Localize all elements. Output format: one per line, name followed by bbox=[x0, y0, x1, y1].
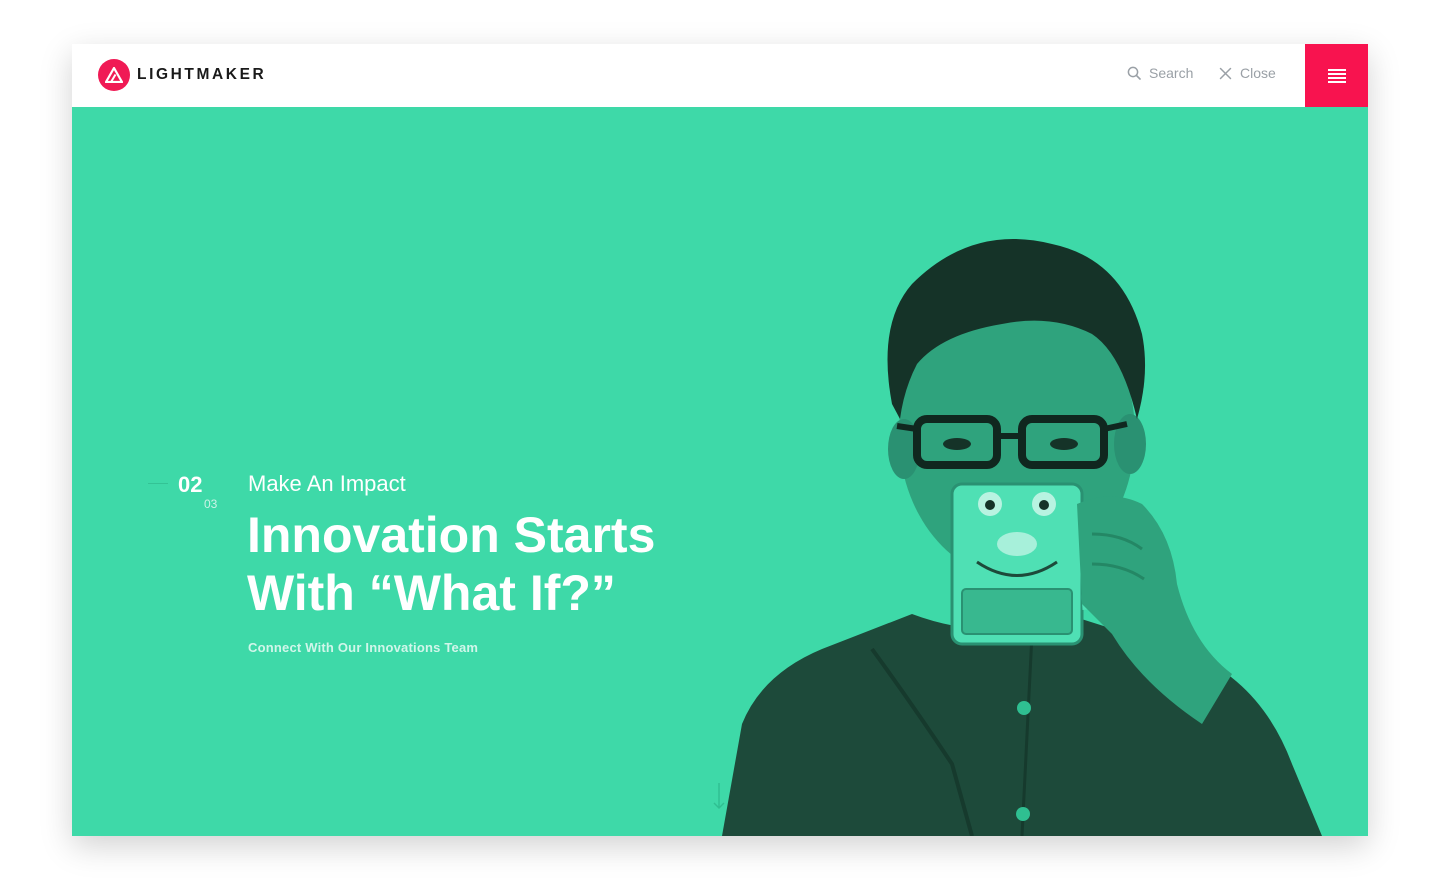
triangle-logo-icon bbox=[98, 59, 130, 91]
hero-eyebrow: Make An Impact bbox=[248, 471, 406, 496]
close-label: Close bbox=[1240, 65, 1276, 81]
browser-page: LIGHTMAKER Search Close 02 03 Make An Im… bbox=[72, 44, 1368, 836]
menu-button[interactable] bbox=[1305, 44, 1368, 107]
search-icon bbox=[1127, 66, 1141, 80]
innovations-team-link[interactable]: Connect With Our Innovations Team bbox=[248, 640, 478, 655]
hero-person-image bbox=[722, 239, 1322, 836]
search-button[interactable]: Search bbox=[1127, 65, 1193, 81]
slide-counter-total: 03 bbox=[204, 497, 218, 511]
site-logo[interactable]: LIGHTMAKER bbox=[98, 59, 266, 91]
counter-line bbox=[148, 483, 168, 484]
slide-counter-current: 02 bbox=[178, 472, 203, 497]
search-label: Search bbox=[1149, 65, 1194, 81]
headline-line-2: With “What If?” bbox=[247, 565, 616, 621]
hero-headline: Innovation Starts With “What If?” bbox=[247, 506, 727, 622]
close-button[interactable]: Close bbox=[1219, 65, 1276, 81]
headline-line-1: Innovation Starts bbox=[247, 507, 656, 563]
logo-text: LIGHTMAKER bbox=[137, 66, 267, 83]
arrow-down-icon[interactable] bbox=[712, 782, 726, 810]
hamburger-menu-icon bbox=[1327, 68, 1346, 83]
close-icon bbox=[1219, 67, 1232, 79]
site-header: LIGHTMAKER Search Close bbox=[72, 44, 1368, 107]
